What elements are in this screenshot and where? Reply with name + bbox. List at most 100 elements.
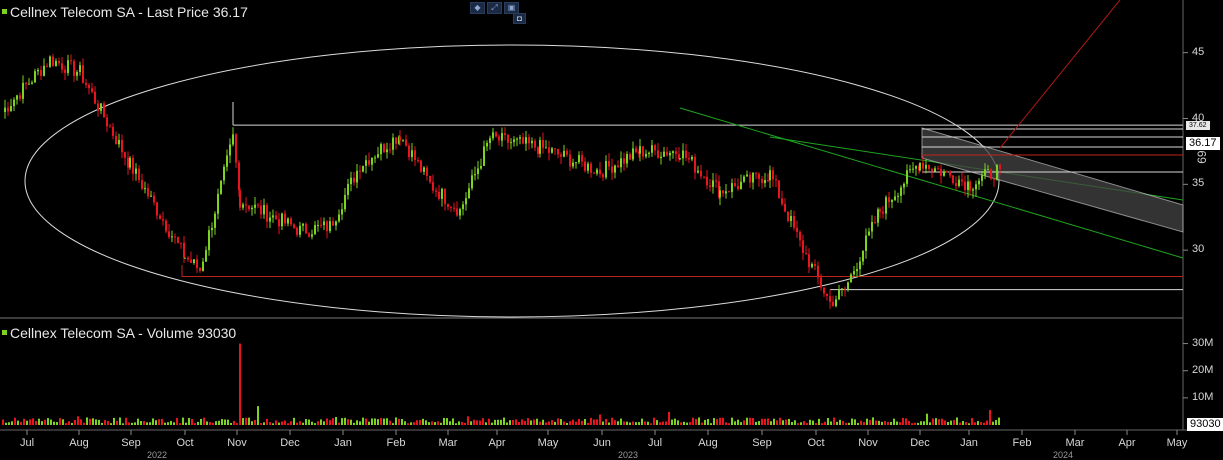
price-candle-body (257, 204, 259, 206)
volume-bar (221, 419, 223, 425)
volume-bar (473, 419, 475, 425)
price-candle-body (844, 288, 846, 290)
volume-bar (914, 422, 916, 425)
price-candle-body (368, 160, 370, 165)
price-candle-body (168, 231, 170, 238)
volume-bar (251, 421, 253, 425)
volume-bar (773, 418, 775, 425)
volume-bar (713, 418, 715, 425)
price-candle-body (226, 155, 228, 167)
volume-bar (227, 419, 229, 425)
toolbar-button-1[interactable]: ◆ (470, 2, 485, 14)
x-tick-label: Jul (19, 437, 35, 449)
volume-bar (572, 419, 574, 425)
price-candle-body (542, 139, 544, 148)
volume-bar (542, 419, 544, 425)
volume-bar (44, 419, 46, 425)
price-candle-body (943, 171, 945, 176)
price-candle-body (675, 151, 677, 155)
price-candle-body (602, 174, 604, 178)
volume-bar (143, 421, 145, 425)
volume-bar (929, 422, 931, 425)
x-year-label: 2024 (1052, 450, 1074, 460)
x-tick-label: Apr (1118, 437, 1136, 449)
price-candle-body (657, 150, 659, 158)
price-y-tick: 35 (1192, 177, 1205, 190)
volume-bar (917, 422, 919, 425)
volume-bar (2, 419, 4, 425)
price-candle-body (808, 254, 810, 268)
volume-bar (413, 422, 415, 425)
volume-bar (461, 422, 463, 425)
volume-bar (731, 417, 733, 425)
price-candle-body (596, 169, 598, 174)
volume-bar (932, 418, 934, 425)
volume-bar (56, 422, 58, 425)
volume-bar (845, 422, 847, 425)
price-chart-canvas (0, 0, 1223, 435)
volume-bar (638, 422, 640, 425)
toolbar-button-2[interactable]: ⤢ (487, 2, 502, 14)
volume-bar (761, 418, 763, 425)
price-candle-body (740, 181, 742, 190)
volume-bar (152, 418, 154, 425)
price-candle-body (796, 227, 798, 233)
price-candle-body (150, 195, 152, 197)
price-candle-body (88, 84, 90, 89)
price-candle-body (239, 190, 241, 208)
toolbar-button-4[interactable]: ◘ (513, 13, 526, 24)
volume-bar (203, 417, 205, 425)
volume-bar (941, 418, 943, 425)
volume-bar (863, 422, 865, 425)
volume-bar (647, 421, 649, 425)
price-candle-body (856, 269, 858, 272)
price-candle-body (728, 191, 730, 193)
price-candle-body (426, 167, 428, 176)
price-candle-body (925, 164, 927, 169)
volume-bar (860, 420, 862, 425)
volume-bar (764, 418, 766, 425)
volume-bar (560, 419, 562, 425)
price-candle-body (10, 106, 12, 112)
price-candle-body (495, 132, 497, 137)
price-candle-body (386, 149, 388, 153)
price-candle-body (700, 170, 702, 177)
volume-bar (503, 417, 505, 425)
price-candle-body (40, 69, 42, 76)
price-candle-body (109, 126, 111, 128)
price-candle-body (326, 221, 328, 232)
price-candle-body (296, 227, 298, 235)
volume-bar (623, 421, 625, 425)
price-candle-body (775, 179, 777, 181)
volume-bar (77, 416, 79, 425)
price-candle-body (486, 142, 488, 147)
volume-bar (851, 418, 853, 425)
price-candle-body (450, 206, 452, 208)
volume-bar (785, 419, 787, 425)
price-candle-body (513, 139, 515, 143)
price-candle-body (725, 191, 727, 194)
volume-bar (755, 421, 757, 425)
price-candle-body (408, 145, 410, 158)
volume-bar (29, 419, 31, 425)
price-candle-body (251, 207, 253, 210)
price-candle-body (365, 160, 367, 166)
volume-bar (368, 421, 370, 425)
volume-bar (671, 419, 673, 425)
price-candle-body (462, 204, 464, 210)
volume-bar (212, 422, 214, 425)
volume-bar (557, 418, 559, 425)
price-candle-body (590, 163, 592, 173)
volume-bar (188, 417, 190, 425)
price-candle-body (193, 259, 195, 263)
volume-bar (383, 418, 385, 425)
price-candle-body (972, 189, 974, 191)
x-tick-label: Mar (1065, 437, 1085, 449)
volume-bar (875, 420, 877, 425)
price-candle-body (362, 165, 364, 172)
price-candle-body (697, 170, 699, 173)
price-candle-body (344, 194, 346, 210)
price-candle-body (862, 250, 864, 262)
price-candle-body (879, 209, 881, 212)
volume-bar (113, 417, 115, 425)
